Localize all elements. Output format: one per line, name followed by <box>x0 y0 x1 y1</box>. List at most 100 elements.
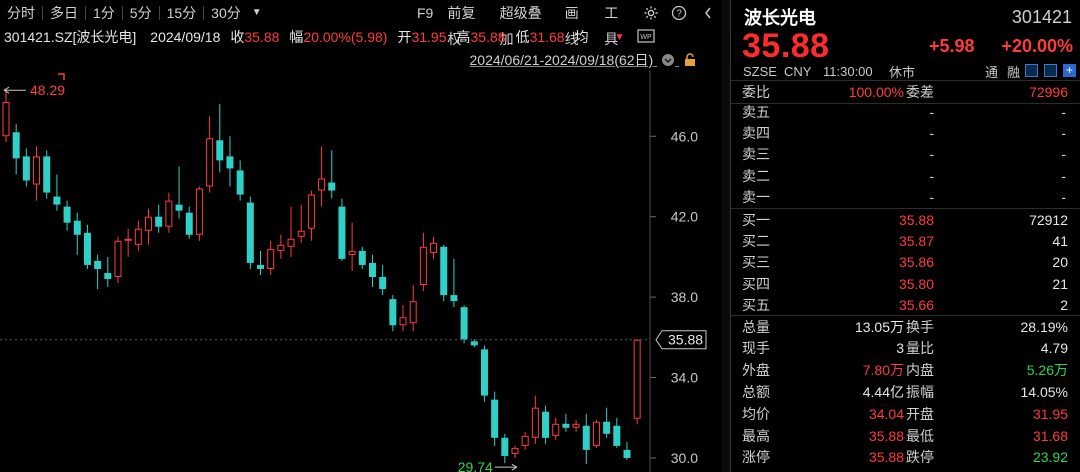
candle-body <box>491 399 499 438</box>
candle-body <box>165 200 173 227</box>
stat-label: 均价 <box>742 405 770 422</box>
bid-volume: 20 <box>1052 254 1068 271</box>
stat-label: 涨停 <box>742 449 770 466</box>
candle-body <box>379 277 387 290</box>
bid-volume: 2 <box>1060 297 1068 314</box>
stat-value: 35.88 <box>868 449 904 466</box>
bid-row[interactable]: 买五 35.66 2 <box>731 295 1080 316</box>
bid-row[interactable]: 买一 35.88 72912 <box>731 209 1080 230</box>
candle-body <box>226 156 234 169</box>
candle-body <box>501 437 509 456</box>
candle-body <box>358 250 366 265</box>
bid-price: 35.86 <box>898 254 934 271</box>
candle-body <box>318 178 326 191</box>
stat-value: 14.05% <box>1020 383 1068 400</box>
tab-15min[interactable]: 15分 <box>160 0 204 26</box>
candle-body <box>552 423 560 436</box>
candle-body <box>83 232 91 265</box>
tab-intraday[interactable]: 分时 <box>0 0 42 26</box>
candle-body <box>104 272 112 280</box>
overlay-button[interactable]: 超级叠加 <box>493 0 558 47</box>
candle-body <box>613 425 621 446</box>
ask-row[interactable]: 卖二 - - <box>731 165 1080 186</box>
stat-row: 均价 34.04 开盘 31.95 <box>731 403 1080 424</box>
candle-body <box>623 449 631 458</box>
tools-button[interactable]: 工具 <box>597 0 637 47</box>
candle-body <box>582 425 590 450</box>
bid-row[interactable]: 买四 35.80 21 <box>731 273 1080 294</box>
panel-separator <box>722 0 730 472</box>
candle-body <box>114 240 122 278</box>
window-icon[interactable] <box>1044 64 1057 77</box>
tab-5min[interactable]: 5分 <box>123 0 159 26</box>
gear-icon[interactable] <box>643 4 659 22</box>
panel-toggle-icon[interactable] <box>1025 64 1038 77</box>
stat-value: 23.92 <box>1032 449 1068 466</box>
bid-volume: 41 <box>1052 232 1068 249</box>
expand-arrow-icon[interactable]: ▼ <box>615 32 625 43</box>
tab-multi-day[interactable]: 多日 <box>43 0 85 26</box>
min-price-label: 29.74 <box>458 459 493 472</box>
weibi-value: 100.00% <box>848 84 904 100</box>
candle-body <box>195 188 203 235</box>
bid-price: 35.88 <box>898 211 934 228</box>
stat-value: 5.26万 <box>1026 362 1068 379</box>
bid-row[interactable]: 买二 35.87 41 <box>731 230 1080 251</box>
bid-volume: 72912 <box>1029 211 1068 228</box>
quote-panel: 波长光电 301421 35.88 +5.98 +20.00% SZSE CNY… <box>731 0 1080 472</box>
quote-price-row: 35.88 +5.98 +20.00% <box>731 26 1080 65</box>
dropdown-circle-icon[interactable] <box>661 53 675 70</box>
candle-body <box>440 246 448 296</box>
bid-label: 买二 <box>742 232 770 249</box>
period-dropdown-icon[interactable]: ▼ <box>248 0 266 26</box>
bid-label: 买四 <box>742 275 770 292</box>
y-tick-label: 46.0 <box>671 128 698 144</box>
stat-row: 外盘 7.80万 内盘 5.26万 <box>731 360 1080 381</box>
adjust-button[interactable]: 前复权 <box>440 0 492 47</box>
ask-row[interactable]: 卖五 - - <box>731 101 1080 122</box>
ask-row[interactable]: 卖一 - - <box>731 187 1080 208</box>
currency: CNY <box>784 63 812 79</box>
quote-date: 2024/09/18 <box>150 29 221 45</box>
stat-label: 换手 <box>906 318 934 335</box>
bid-row[interactable]: 买三 35.86 20 <box>731 252 1080 273</box>
chevron-left-icon[interactable] <box>700 4 716 22</box>
candle-body <box>267 248 275 269</box>
stat-label: 量比 <box>906 340 934 357</box>
candle-body <box>338 206 346 259</box>
stat-label: 内盘 <box>906 362 934 379</box>
draw-line-button[interactable]: 画线 <box>558 0 598 47</box>
bid-label: 买五 <box>742 297 770 314</box>
stat-value: 34.04 <box>868 405 904 422</box>
f9-button[interactable]: F9 <box>410 0 440 26</box>
quote-title-row: 波长光电 301421 <box>731 6 1080 29</box>
candle-body <box>399 317 407 326</box>
current-price: 35.88 <box>742 26 830 65</box>
lock-icon[interactable] <box>683 53 697 70</box>
bid-price: 35.87 <box>898 232 934 249</box>
stat-row: 涨停 35.88 跌停 23.92 <box>731 447 1080 468</box>
svg-text:?: ? <box>677 9 683 20</box>
help-icon[interactable]: ? <box>671 4 687 22</box>
candle-body <box>216 140 224 161</box>
wp-icon[interactable]: WP <box>636 29 655 45</box>
candle-body <box>592 421 600 446</box>
candle-body <box>277 244 285 251</box>
stat-label: 跌停 <box>906 449 934 466</box>
tab-30min[interactable]: 30分 <box>204 0 248 26</box>
price-change-pct: +20.00% <box>1001 36 1073 56</box>
tab-1min[interactable]: 1分 <box>86 0 122 26</box>
candle-body <box>12 132 20 159</box>
stat-value: 3 <box>896 340 904 357</box>
ask-row[interactable]: 卖四 - - <box>731 122 1080 143</box>
candlestick-chart[interactable]: 46.0 42.0 38.0 34.0 30.0 35.88 48.29 29.74 <box>0 70 722 472</box>
bid-volume: 21 <box>1052 275 1068 292</box>
ask-row[interactable]: 卖三 - - <box>731 144 1080 165</box>
weicha-value: 72996 <box>1029 84 1068 100</box>
candle-body <box>430 242 438 253</box>
stat-value: 31.68 <box>1032 427 1068 444</box>
candle-body <box>145 216 153 231</box>
add-icon[interactable]: + <box>1063 64 1076 77</box>
candle-body <box>521 435 529 446</box>
date-range-selector[interactable]: 2024/06/21-2024/09/18(62日) <box>470 50 697 70</box>
